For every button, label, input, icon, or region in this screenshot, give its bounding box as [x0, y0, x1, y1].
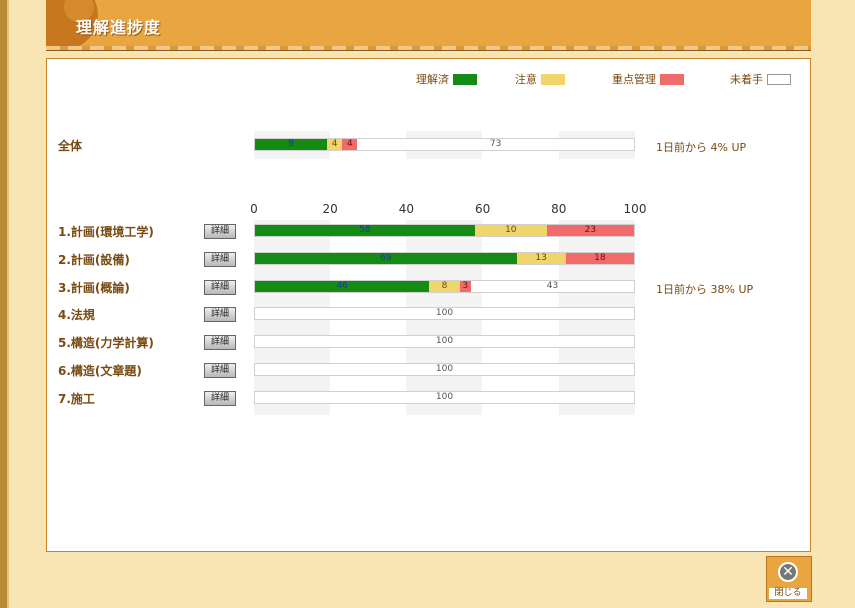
bar-segment-caution: 4: [327, 139, 343, 150]
page-header: 理解進捗度: [46, 0, 811, 46]
subject-label: 4.法規: [58, 308, 95, 323]
legend-focus: 重点管理: [612, 71, 684, 87]
header-divider: [46, 50, 811, 51]
subject-progress-bar: 58 10 23: [254, 224, 635, 237]
subject-progress-bar: 100: [254, 390, 635, 404]
legend-label: 重点管理: [612, 73, 656, 86]
legend-done: 理解済: [416, 71, 477, 87]
bar-segment-caution: 13: [516, 252, 566, 264]
bar-segment-untouched: 100: [255, 391, 634, 403]
overall-progress-bar: 9 4 4 73: [254, 138, 635, 151]
legend-swatch-focus: [660, 73, 684, 85]
overall-label: 全体: [58, 139, 83, 153]
bar-segment-caution: 10: [474, 225, 547, 236]
subject-detail-button[interactable]: 詳細: [204, 307, 236, 323]
subject-detail-button[interactable]: 詳細: [204, 279, 236, 295]
legend-label: 未着手: [730, 73, 763, 86]
subject-progress-bar: 100: [254, 363, 635, 376]
bar-segment-untouched: 100: [255, 336, 634, 348]
axis-tick-label: 100: [623, 202, 647, 216]
close-icon: ✕: [778, 562, 798, 582]
close-label: 閉じる: [769, 588, 807, 599]
bar-segment-untouched: 100: [255, 364, 634, 375]
subject-label: 6.構造(文章題): [58, 364, 142, 378]
legend-swatch-done: [453, 73, 477, 85]
axis-tick-label: 0: [250, 202, 258, 216]
legend-label: 注意: [515, 73, 537, 86]
subject-progress-bar: 46 8 3 43: [254, 279, 635, 293]
subject-label: 7.施工: [58, 391, 95, 406]
bar-segment-focus: 4: [342, 139, 358, 150]
bar-segment-done: 69: [255, 252, 517, 264]
subject-label: 5.構造(力学計算): [58, 336, 154, 351]
page-title: 理解進捗度: [76, 18, 162, 37]
subject-detail-button[interactable]: 詳細: [204, 390, 236, 406]
legend-swatch-untouched: [767, 73, 791, 85]
subject-progress-bar: 100: [254, 335, 635, 349]
axis-tick-label: 80: [551, 202, 567, 216]
bar-segment-caution: 8: [429, 280, 460, 292]
bar-segment-done: 9: [255, 139, 327, 150]
legend-swatch-caution: [541, 73, 565, 85]
bar-segment-done: 58: [255, 225, 475, 236]
bar-segment-focus: 23: [546, 225, 634, 236]
subject-detail-button[interactable]: 詳細: [204, 251, 236, 267]
axis-tick-label: 20: [322, 202, 338, 216]
legend-untouched: 未着手: [730, 71, 791, 87]
legend-caution: 注意: [515, 71, 565, 87]
window-edge: [0, 0, 7, 608]
subject-detail-button[interactable]: 詳細: [204, 224, 236, 239]
axis-tick-label: 40: [398, 202, 415, 216]
legend-label: 理解済: [416, 73, 449, 86]
bar-segment-untouched: 100: [255, 308, 634, 320]
bar-segment-untouched: 73: [357, 139, 634, 150]
overall-change: 1日前から 4% UP: [656, 141, 747, 154]
window-edge-highlight: [7, 0, 9, 608]
subject-detail-button[interactable]: 詳細: [204, 335, 236, 351]
bar-segment-done: 46: [255, 280, 430, 292]
subject-label: 3.計画(概論): [58, 280, 130, 295]
bar-segment-focus: 3: [459, 280, 471, 292]
subject-progress-bar: 100: [254, 307, 635, 321]
subject-progress-bar: 69 13 18: [254, 251, 635, 265]
subject-label: 2.計画(設備): [58, 252, 130, 267]
subject-detail-button[interactable]: 詳細: [204, 363, 236, 378]
bar-segment-focus: 18: [565, 252, 634, 264]
bar-segment-untouched: 43: [471, 280, 634, 292]
subject-change: 1日前から 38% UP: [656, 282, 754, 296]
close-button[interactable]: ✕ 閉じる: [766, 556, 812, 602]
axis-tick-label: 60: [474, 202, 491, 216]
subject-label: 1.計画(環境工学): [58, 225, 154, 239]
